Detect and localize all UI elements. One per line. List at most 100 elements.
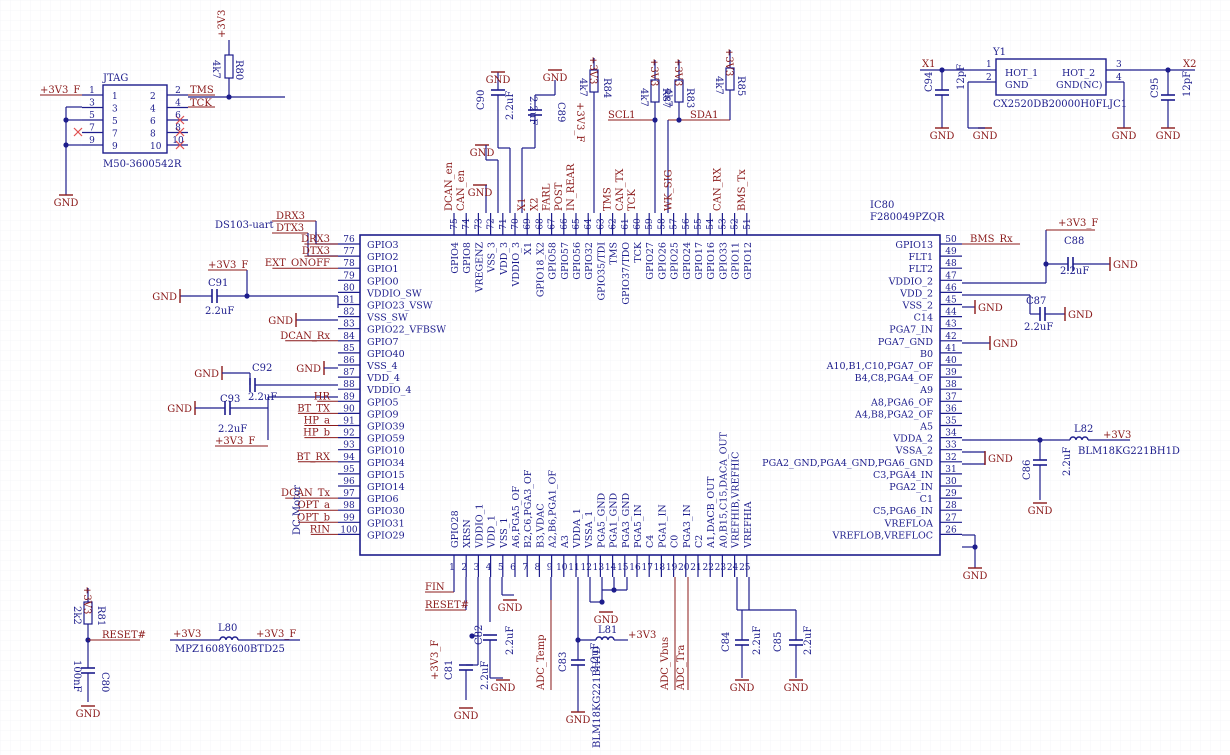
r80-value: 4k7	[210, 60, 221, 79]
mcu-pin-name-15: PGA3_GND	[621, 492, 632, 548]
mcu-pin-name-94: GPIO34	[367, 458, 405, 469]
c89-value: 2.2uF	[527, 96, 538, 125]
jtag-pin-inner-4: 4	[150, 105, 156, 115]
net-label-can_rx: CAN_RX	[712, 167, 723, 211]
mcu-pin-name-88: VDDIO_4	[366, 385, 411, 396]
mcu-pin-name-65: GPIO56	[572, 242, 583, 280]
mcu-pin-number-40: 40	[945, 356, 957, 366]
net-label-wk_sig: WK_SIG	[664, 169, 675, 211]
gnd-pga7-label: GND	[993, 339, 1018, 350]
mcu-pin-name-24: VREFHIB,VREFHIC	[731, 452, 742, 549]
r83-supply: +3V3	[672, 58, 683, 86]
mcu-pin-name-3: VDDIO_1	[474, 504, 485, 549]
mcu-pin-number-5: 5	[498, 563, 504, 573]
mcu-pin-64: 64 GPIO32	[584, 213, 595, 280]
mcu-pin-number-73: 73	[474, 218, 484, 230]
mcu-pin-name-33: VSSA_2	[895, 446, 933, 457]
mcu-pin-name-45: VSS_2	[901, 301, 933, 312]
c91-ref: C91	[208, 278, 228, 289]
mcu-pin-name-84: GPIO7	[367, 337, 399, 348]
power-3v3f-c93: +3V3_F	[215, 436, 255, 447]
mcu-pin-name-4: VDD_1	[487, 515, 498, 549]
crystal-pin-num-2: 2	[986, 73, 992, 83]
mcu-pin-number-8: 8	[535, 563, 541, 573]
net-dtx3-upper: DTX3	[276, 223, 304, 234]
mcu-pin-number-50: 50	[945, 235, 957, 245]
net-label-bms-rx: BMS_Rx	[970, 234, 1013, 245]
gnd-vss1-label: GND	[498, 603, 523, 614]
r85-supply: +3V3	[723, 48, 734, 76]
crystal-pin-gnd: GND	[1005, 80, 1029, 91]
jtag-pin-num-2: 2	[175, 86, 181, 96]
r84-ref: R84	[601, 78, 612, 98]
c82-value: 2.2uF	[505, 626, 516, 655]
mcu-pin-name-62: TMS	[609, 242, 620, 265]
c88-ref: C88	[1064, 236, 1084, 247]
mcu-pin-number-94: 94	[343, 453, 355, 463]
jtag-part-number: M50-3600542R	[103, 159, 182, 170]
mcu-pin-name-1: GPIO28	[450, 510, 461, 548]
mcu-pin-number-96: 96	[343, 477, 355, 487]
c85-value: 2.2uF	[803, 626, 814, 655]
gnd-vss-sw-label: GND	[268, 316, 293, 327]
net-label-hp_a: HP_a	[304, 416, 330, 427]
power-3v3f-c88: +3V3_F	[1058, 218, 1098, 229]
mcu-pin-number-75: 75	[450, 218, 460, 230]
c95-value: 12pF	[1182, 71, 1193, 97]
gnd-vss4-label: GND	[296, 364, 321, 375]
mcu-pin-number-18: 18	[654, 563, 666, 573]
l81-ref: L81	[598, 625, 617, 636]
mcu-pin-number-89: 89	[343, 392, 355, 402]
c94-ref: C94	[924, 72, 935, 92]
c94-value: 12pF	[956, 64, 967, 90]
net-reset: RESET#	[425, 600, 469, 611]
net-adc-temp: ADC_Temp	[536, 634, 547, 691]
mcu-pin-name-16: PGA5_IN	[633, 504, 644, 548]
gnd-c91-label: GND	[152, 292, 177, 303]
mcu-pin-name-42: PGA7_GND	[878, 337, 934, 348]
c80-value: 100nF	[71, 660, 82, 693]
mcu-pin-number-58: 58	[657, 218, 667, 230]
gnd-c95-label: GND	[1156, 131, 1181, 142]
mcu-pin-number-64: 64	[584, 218, 594, 230]
mcu-pin-number-41: 41	[945, 344, 956, 354]
mcu-pin-name-74: GPIO8	[462, 242, 473, 274]
mcu-pin-number-19: 19	[666, 563, 678, 573]
mcu-pin-number-98: 98	[343, 501, 355, 511]
mcu-pin-name-85: GPIO40	[367, 349, 405, 360]
jtag-title: JTAG	[102, 73, 128, 84]
gnd-crystal-2-label: GND	[1112, 131, 1137, 142]
mcu-pin-70: 70 VDDIO_3	[511, 213, 522, 287]
jtag-pin-num-6: 6	[175, 111, 181, 121]
jtag-dot-5	[63, 117, 69, 123]
mcu-pin-number-30: 30	[945, 477, 957, 487]
jtag-pin-inner-8: 8	[150, 130, 156, 140]
mcu-pin-name-53: GPIO33	[718, 242, 729, 280]
power-3v3-l80: +3V3	[173, 629, 201, 640]
power-3v3f-l80: +3V3_F	[256, 629, 296, 640]
gnd-c93-label: GND	[167, 404, 192, 415]
r81-value: 2k2	[71, 606, 82, 625]
mcu-pin-name-60: TCK	[633, 241, 644, 263]
mcu-pin-52: 52 GPIO11	[731, 213, 742, 280]
mcu-pin-number-78: 78	[343, 259, 355, 269]
mcu-pin-number-21: 21	[690, 563, 701, 573]
mcu-pin-number-84: 84	[343, 332, 355, 342]
mcu-pin-name-25: VREFHIA	[743, 501, 754, 549]
crystal-pin-num-3: 3	[1116, 60, 1122, 70]
mcu-pin-number-66: 66	[560, 218, 570, 230]
r84-value: 4k7	[577, 78, 588, 97]
mcu-pin-name-63: GPIO35/TDI	[596, 242, 607, 301]
gnd-c85-label: GND	[784, 683, 809, 694]
jtag-pin-num-10: 10	[172, 136, 184, 146]
mcu-pin-number-39: 39	[945, 368, 957, 378]
mcu-pin-number-80: 80	[343, 283, 355, 293]
net-scl1: SCL1	[608, 110, 636, 121]
mcu-pin-name-39: B4,C8,PGA4_OF	[855, 373, 934, 384]
mcu-pin-number-32: 32	[945, 453, 956, 463]
mcu-pin-name-32: PGA2_GND,PGA4_GND,PGA6_GND	[762, 458, 933, 469]
c95-ref: C95	[1150, 78, 1161, 98]
mcu-pin-number-81: 81	[343, 296, 354, 306]
mcu-pin-name-29: C1	[920, 494, 933, 505]
mcu-pin-name-30: PGA2_IN	[889, 482, 933, 493]
